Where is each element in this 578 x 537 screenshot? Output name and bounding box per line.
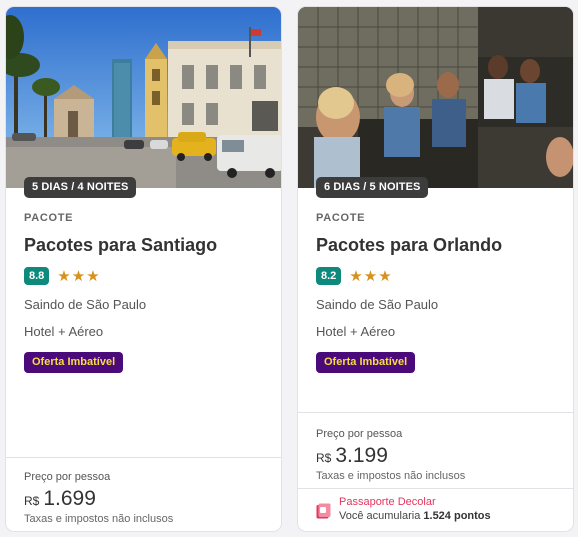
score-badge: 8.8 xyxy=(24,267,50,285)
price-label: Preço por pessoa xyxy=(24,471,111,483)
taxes-note: Taxas e impostos não inclusos xyxy=(316,470,466,482)
package-title[interactable]: Pacotes para Orlando xyxy=(316,235,555,256)
price-amount: 3.199 xyxy=(335,444,388,467)
origin-text: Saindo de São Paulo xyxy=(316,297,439,312)
duration-badge: 6 DIAS / 5 NOITES xyxy=(316,177,429,198)
package-type-label: PACOTE xyxy=(316,212,366,224)
rating-row: 8.8 ★★★ xyxy=(24,266,263,286)
card-photo-santiago[interactable] xyxy=(6,7,281,188)
star-icon: ★★★ xyxy=(349,268,393,285)
santiago-photo xyxy=(6,7,281,188)
package-card-orlando[interactable]: 6 DIAS / 5 NOITES PACOTE Pacotes para Or… xyxy=(297,6,574,532)
currency-symbol: R$ xyxy=(24,494,40,508)
price-line: R$ 1.699 xyxy=(24,487,263,511)
duration-badge: 5 DIAS / 4 NOITES xyxy=(24,177,137,198)
lodging-text: Hotel + Aéreo xyxy=(24,324,104,339)
price-amount: 1.699 xyxy=(43,487,96,510)
price-line: R$ 3.199 xyxy=(316,444,555,468)
currency-symbol: R$ xyxy=(316,451,332,465)
package-title[interactable]: Pacotes para Santiago xyxy=(24,235,263,256)
price-box: Preço por pessoa R$ 3.199 Taxas e impost… xyxy=(298,412,573,488)
score-badge: 8.2 xyxy=(316,267,342,285)
offer-badge: Oferta Imbatível xyxy=(24,352,124,373)
offer-badge: Oferta Imbatível xyxy=(316,352,416,373)
passport-points-value: 1.524 pontos xyxy=(423,510,491,522)
rating-row: 8.2 ★★★ xyxy=(316,266,555,286)
card-photo-orlando[interactable] xyxy=(298,7,573,188)
passport-points-text: Você acumularia 1.524 pontos xyxy=(339,510,491,522)
passport-points-prefix: Você acumularia xyxy=(339,510,424,522)
passport-icon xyxy=(316,503,331,519)
package-type-label: PACOTE xyxy=(24,212,74,224)
star-icon: ★★★ xyxy=(57,268,101,285)
passport-title: Passaporte Decolar xyxy=(339,496,436,508)
origin-text: Saindo de São Paulo xyxy=(24,297,147,312)
package-card-santiago[interactable]: 5 DIAS / 4 NOITES PACOTE Pacotes para Sa… xyxy=(5,6,282,532)
price-label: Preço por pessoa xyxy=(316,428,403,440)
orlando-ride-photo xyxy=(298,7,573,188)
passport-points-banner: Passaporte Decolar Você acumularia 1.524… xyxy=(298,488,573,531)
taxes-note: Taxas e impostos não inclusos xyxy=(24,513,174,525)
lodging-text: Hotel + Aéreo xyxy=(316,324,396,339)
price-box: Preço por pessoa R$ 1.699 Taxas e impost… xyxy=(6,457,281,531)
